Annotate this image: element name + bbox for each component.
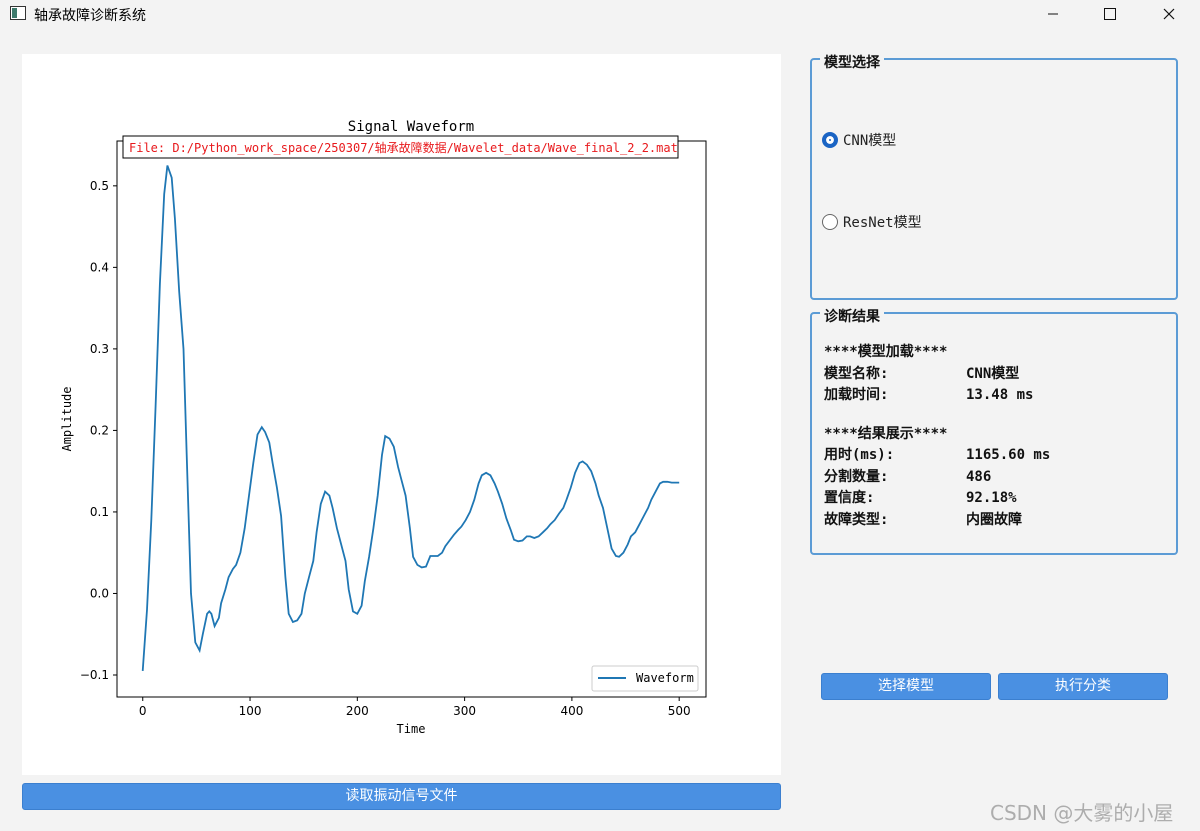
x-axis-label: Time xyxy=(397,722,426,736)
model-group-title: 模型选择 xyxy=(820,52,884,72)
maximize-icon xyxy=(1104,8,1116,20)
count-key: 分割数量: xyxy=(824,468,889,485)
close-button[interactable] xyxy=(1140,0,1198,28)
minimize-button[interactable] xyxy=(1024,0,1082,28)
x-tick-label: 200 xyxy=(346,704,369,718)
load-time-row: 加载时间: 13.48 ms xyxy=(824,385,1050,407)
title-bar: 轴承故障诊断系统 xyxy=(0,0,1200,28)
legend: Waveform xyxy=(591,665,699,692)
fault-key: 故障类型: xyxy=(824,511,889,528)
y-ticks: −0.1 0.0 0.1 0.2 0.3 0.4 0.5 xyxy=(80,179,117,682)
y-tick-label: 0.4 xyxy=(90,260,109,274)
y-tick-label: −0.1 xyxy=(80,668,109,682)
y-tick-label: 0.2 xyxy=(90,423,109,437)
plot-panel: 0 100 200 300 400 500 −0.1 0.0 0.1 0.2 0.3 0.4 0.5 … xyxy=(22,54,781,775)
count-row: 分割数量: 486 xyxy=(824,467,1050,489)
y-axis-label: Amplitude xyxy=(60,386,74,451)
y-tick-label: 0.0 xyxy=(90,586,109,600)
x-tick-label: 0 xyxy=(139,704,147,718)
count-value: 486 xyxy=(966,468,992,485)
result-header: ****结果展示**** xyxy=(824,425,948,442)
y-tick-label: 0.1 xyxy=(90,505,109,519)
watermark: CSDN @大雾的小屋 xyxy=(990,801,1174,825)
result-group-title: 诊断结果 xyxy=(820,306,884,326)
cnn-radio-label: CNN模型 xyxy=(843,133,897,149)
select-model-button[interactable]: 选择模型 xyxy=(821,673,991,700)
radio-checked-icon xyxy=(822,132,838,148)
load-time-value: 13.48 ms xyxy=(966,387,1034,403)
confidence-value: 92.18% xyxy=(966,490,1017,506)
maximize-button[interactable] xyxy=(1081,0,1139,28)
close-icon xyxy=(1163,8,1175,20)
resnet-radio-label: ResNet模型 xyxy=(843,215,922,231)
model-select-group: 模型选择 CNN模型 ResNet模型 xyxy=(810,52,1178,300)
y-tick-label: 0.3 xyxy=(90,342,109,356)
model-name-key: 模型名称: xyxy=(824,365,889,382)
x-tick-label: 400 xyxy=(560,704,583,718)
radio-unchecked-icon xyxy=(822,214,838,230)
x-tick-label: 100 xyxy=(239,704,262,718)
cnn-radio[interactable]: CNN模型 xyxy=(822,130,896,150)
chart-title: Signal Waveform xyxy=(348,119,474,135)
load-time-key: 加载时间: xyxy=(824,387,889,403)
time-key: 用时(ms): xyxy=(824,447,895,463)
x-ticks: 0 100 200 300 400 500 xyxy=(139,697,691,718)
time-row: 用时(ms): 1165.60 ms xyxy=(824,445,1050,467)
fault-row: 故障类型: 内圈故障 xyxy=(824,510,1050,532)
fault-value: 内圈故障 xyxy=(966,511,1022,528)
time-value: 1165.60 ms xyxy=(966,447,1051,463)
model-name-value: CNN模型 xyxy=(966,365,1020,382)
signal-chart: 0 100 200 300 400 500 −0.10.00.10.20.30.40.5 … xyxy=(60,119,707,736)
resnet-radio[interactable]: ResNet模型 xyxy=(822,212,922,232)
model-name-row: 模型名称: CNN模型 xyxy=(824,364,1050,386)
read-file-button[interactable]: 读取振动信号文件 xyxy=(22,783,781,810)
plot-area xyxy=(116,140,707,698)
window-title: 轴承故障诊断系统 xyxy=(34,8,146,24)
load-header: ****模型加载**** xyxy=(824,344,948,360)
diagnosis-result-group: 诊断结果 ****模型加载**** 模型名称: CNN模型 加载时间: 13.48 … xyxy=(810,306,1178,555)
result-text: ****模型加载**** 模型名称: CNN模型 加载时间: 13.48 ms **… xyxy=(824,342,1050,531)
x-tick-label: 500 xyxy=(668,704,691,718)
classify-button[interactable]: 执行分类 xyxy=(998,673,1168,700)
confidence-row: 置信度: 92.18% xyxy=(824,488,1050,510)
x-tick-label: 300 xyxy=(453,704,476,718)
minimize-icon xyxy=(1048,13,1058,15)
file-label: File: D:/Python_work_space/250307/轴承故障数据… xyxy=(129,140,678,155)
confidence-key: 置信度: xyxy=(824,490,875,506)
app-icon xyxy=(10,6,26,20)
legend-label: Waveform xyxy=(636,671,694,685)
y-tick-label: 0.5 xyxy=(90,179,109,193)
